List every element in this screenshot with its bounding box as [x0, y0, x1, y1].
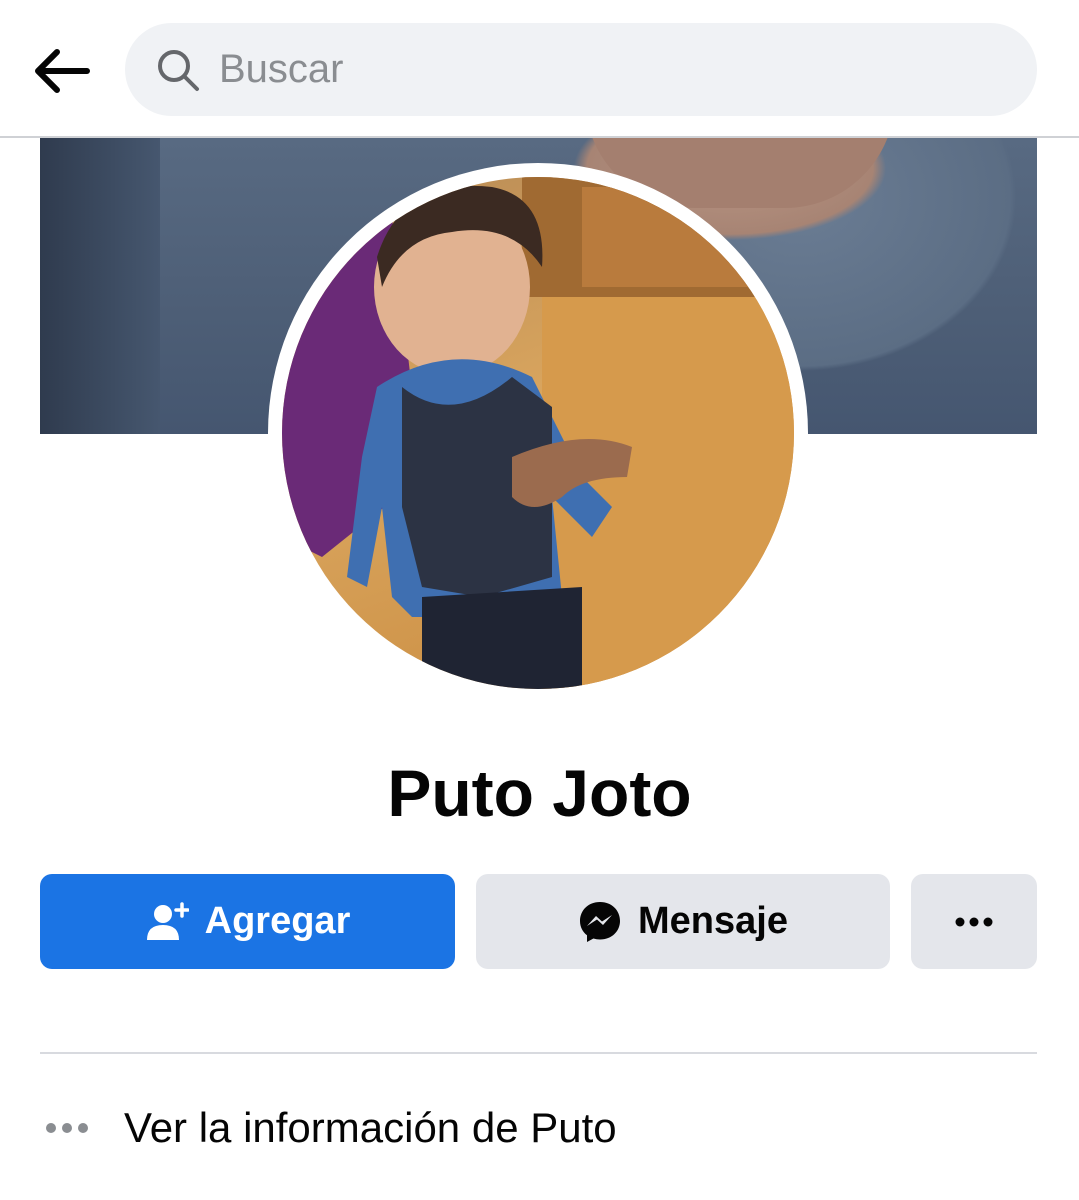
search-input[interactable]: [219, 47, 999, 92]
message-button[interactable]: Mensaje: [476, 874, 890, 969]
add-friend-button[interactable]: Agregar: [40, 874, 455, 969]
more-dots-icon: [32, 1122, 102, 1134]
more-dots-icon: [955, 917, 993, 926]
search-icon: [158, 49, 199, 91]
add-friend-icon: [145, 900, 189, 944]
cover-shade: [40, 138, 160, 434]
add-friend-label: Agregar: [204, 900, 351, 942]
see-about-info-row[interactable]: Ver la información de Puto: [40, 1098, 1037, 1158]
profile-picture-art: [282, 177, 794, 689]
top-bar: [0, 0, 1079, 138]
more-options-button[interactable]: [911, 874, 1037, 969]
profile-picture[interactable]: [282, 177, 794, 689]
messenger-icon: [578, 900, 622, 944]
see-about-info-label: Ver la información de Puto: [124, 1104, 617, 1151]
search-bar[interactable]: [125, 23, 1037, 116]
message-label: Mensaje: [638, 900, 788, 942]
section-divider: [40, 1052, 1037, 1054]
profile-page: Puto Joto Agregar Mensaje: [0, 0, 1079, 1200]
profile-name: Puto Joto: [387, 756, 692, 830]
arrow-left-icon: [35, 49, 90, 93]
back-button[interactable]: [26, 36, 96, 106]
